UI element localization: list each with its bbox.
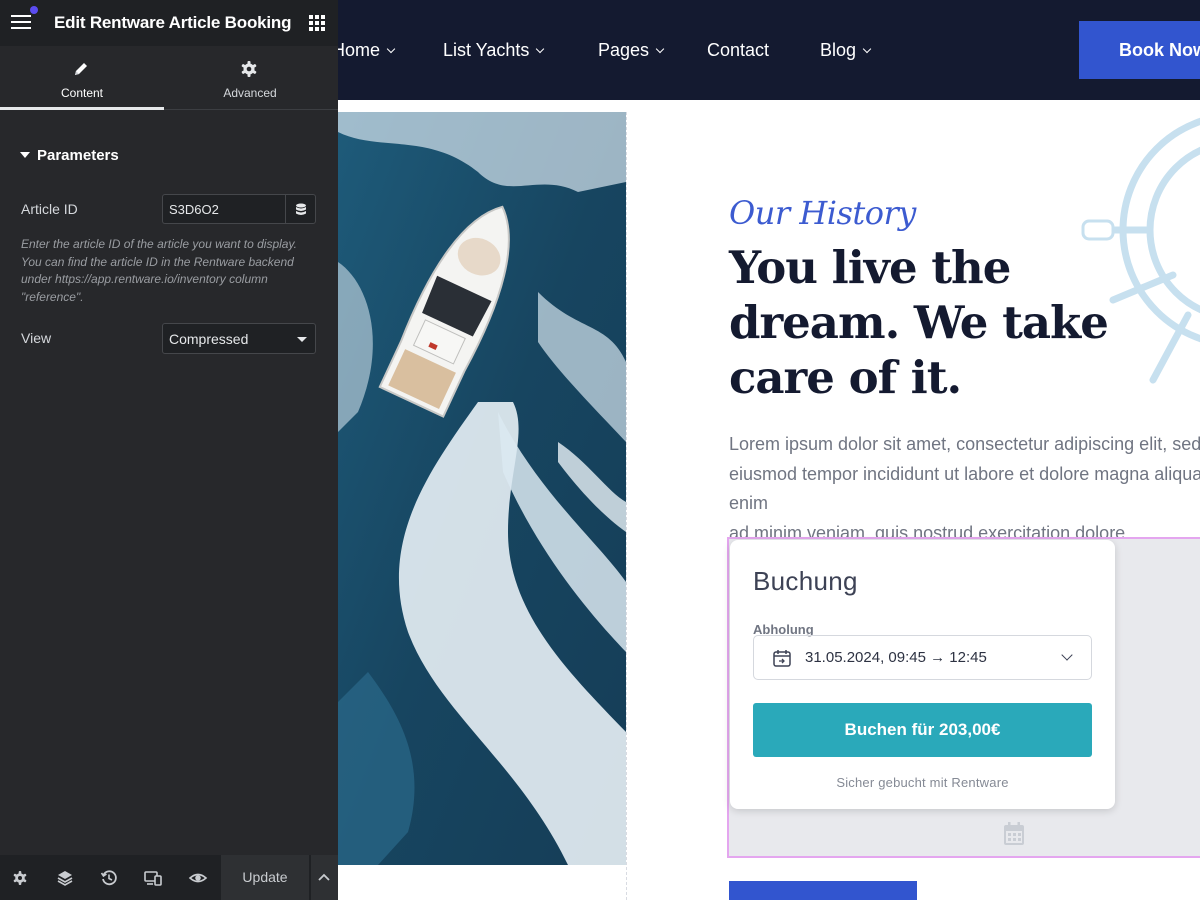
section-cta-button[interactable] [729, 881, 917, 900]
save-options-button[interactable] [310, 855, 338, 900]
history-icon[interactable] [99, 868, 119, 888]
nav-item-list-yachts[interactable]: List Yachts [443, 40, 545, 61]
section-eyebrow: Our History [729, 194, 916, 232]
chevron-down-icon [536, 44, 545, 54]
chevron-down-icon [1061, 649, 1073, 661]
view-select-value: Compressed [169, 331, 249, 347]
column-divider [626, 112, 627, 900]
pencil-icon [75, 63, 87, 75]
nav-item-home[interactable]: Home [332, 40, 396, 61]
chevron-up-icon [318, 873, 330, 881]
tab-content-label: Content [60, 86, 104, 100]
section-headline: You live the dream. We take care of it. [729, 241, 1109, 404]
article-id-help-text: Enter the article ID of the article you … [21, 237, 297, 304]
panel-tabs: Content Advanced [0, 46, 338, 110]
site-navbar: Home List Yachts Pages Contact Blog Book… [332, 0, 1200, 100]
panel-footer: Update [0, 855, 338, 900]
tab-content[interactable]: Content [0, 46, 164, 110]
nav-item-blog[interactable]: Blog [820, 40, 872, 61]
pickup-date-picker[interactable]: 31.05.2024, 09:45 → 12:45 [753, 635, 1092, 680]
preview-eye-icon[interactable] [188, 868, 208, 888]
calendar-placeholder-icon [1004, 822, 1024, 845]
chevron-down-icon [862, 44, 872, 54]
parameters-section-toggle[interactable]: Parameters [20, 147, 119, 164]
layers-icon[interactable] [55, 868, 75, 888]
book-now-button[interactable]: Book Now [1079, 21, 1200, 79]
article-id-input[interactable] [162, 194, 286, 224]
view-select[interactable]: Compressed [162, 323, 316, 354]
notification-dot [30, 6, 38, 14]
nav-item-pages[interactable]: Pages [598, 40, 665, 61]
booking-title: Buchung [753, 566, 858, 596]
view-label: View [21, 330, 52, 346]
dynamic-tags-button[interactable] [285, 194, 316, 224]
settings-icon[interactable] [10, 868, 30, 888]
chevron-down-icon [655, 44, 665, 54]
editor-panel: Edit Rentware Article Booking Content Ad… [0, 0, 338, 900]
gear-icon [241, 61, 257, 77]
panel-title: Edit Rentware Article Booking [54, 13, 292, 32]
caret-down-icon [20, 152, 30, 158]
book-for-price-button[interactable]: Buchen für 203,00€ [753, 703, 1092, 757]
calendar-icon [773, 650, 791, 667]
widgets-grid-icon[interactable] [309, 15, 325, 31]
tab-advanced[interactable]: Advanced [168, 46, 332, 110]
section-lead-text: Lorem ipsum dolor sit amet, consectetur … [729, 434, 1200, 543]
menu-icon[interactable] [11, 6, 38, 31]
hero-boat-image [338, 112, 626, 865]
article-id-label: Article ID [21, 201, 78, 217]
secure-booking-note: Sicher gebucht mit Rentware [836, 775, 1009, 790]
booking-card: Buchung Abholung 31.05.2024, 09:45 → 12:… [730, 540, 1115, 809]
panel-header: Edit Rentware Article Booking [0, 0, 338, 46]
parameters-section-title: Parameters [37, 147, 119, 164]
chevron-down-icon [386, 44, 396, 54]
responsive-icon[interactable] [143, 868, 163, 888]
database-icon [296, 203, 306, 215]
pickup-date-value: 31.05.2024, 09:45 → 12:45 [805, 649, 987, 666]
update-button[interactable]: Update [221, 855, 309, 900]
dropdown-arrow-icon [297, 337, 307, 342]
tab-advanced-label: Advanced [223, 86, 277, 100]
nav-item-contact[interactable]: Contact [707, 40, 769, 61]
